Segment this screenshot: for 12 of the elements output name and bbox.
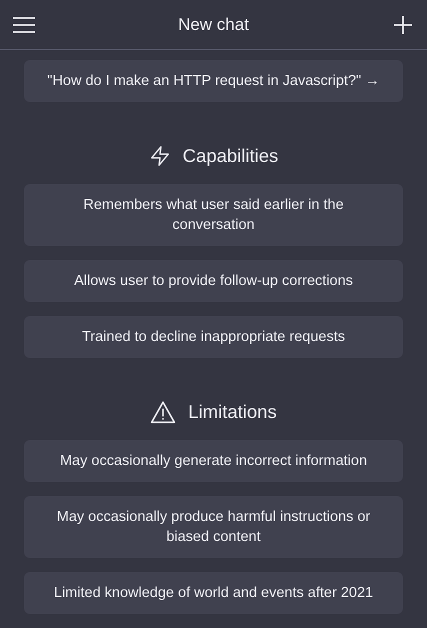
example-prompt[interactable]: "How do I make an HTTP request in Javascript?" →	[24, 60, 403, 102]
section-title: Capabilities	[182, 145, 278, 167]
lightning-icon	[148, 144, 171, 168]
info-card: Limited knowledge of world and events after 2021	[24, 572, 403, 614]
info-card: May occasionally generate incorrect information	[24, 440, 403, 482]
info-card: Remembers what user said earlier in the conversation	[24, 184, 403, 246]
info-card: May occasionally produce harmful instructions or biased content	[24, 496, 403, 558]
warning-icon	[150, 400, 176, 424]
section-title: Limitations	[188, 401, 277, 423]
info-card: Allows user to provide follow-up corrections	[24, 260, 403, 302]
info-card: Trained to decline inappropriate requests	[24, 316, 403, 358]
chat-title: New chat	[178, 14, 249, 34]
